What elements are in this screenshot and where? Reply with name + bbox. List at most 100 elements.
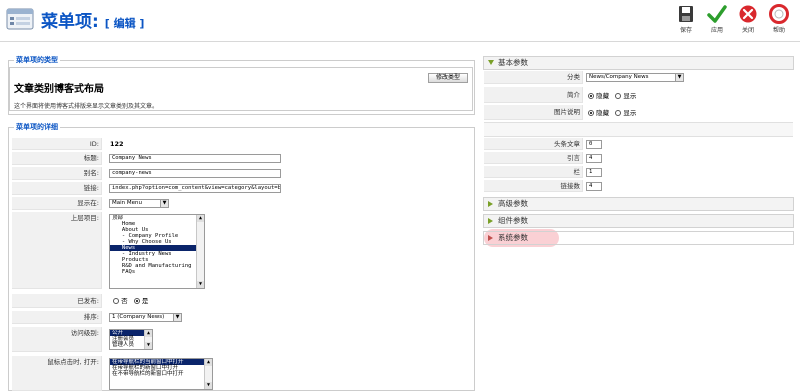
- link-input[interactable]: index.php?option=com_content&view=catego…: [109, 184, 281, 193]
- page-title-text: 菜单项:: [41, 12, 99, 32]
- close-icon: [739, 5, 757, 23]
- scroll-up-icon[interactable]: ▲: [205, 359, 212, 366]
- links-label: 链接数: [484, 180, 583, 192]
- save-button[interactable]: 保存: [671, 4, 701, 38]
- image-desc-label: 图片说明: [484, 105, 583, 120]
- image-desc-show-radio[interactable]: [615, 110, 622, 116]
- image-desc-hide-label: 隐藏: [596, 109, 610, 117]
- row-display-in: 显示在: Main Menu ▼: [12, 197, 472, 211]
- order-value: 1 (Company News): [112, 314, 165, 320]
- row-published: 已发布: 否 是: [12, 294, 472, 309]
- parent-label: 上层项目:: [12, 212, 102, 289]
- parent-scrollbar[interactable]: ▲ ▼: [196, 215, 204, 288]
- checkmark-icon: [707, 5, 727, 23]
- row-alias: 别名: company-news: [12, 167, 472, 181]
- access-scrollbar[interactable]: ▲ ▼: [144, 330, 152, 349]
- component-params-title: 组件参数: [498, 216, 528, 225]
- id-value: 122: [110, 140, 124, 148]
- published-label: 已发布:: [12, 294, 102, 308]
- page-title: 菜单项: [ 编辑 ]: [41, 7, 144, 32]
- row-parent: 上层项目: 顶部 Home About Us - Company Profile…: [12, 212, 472, 290]
- menu-type-legend: 菜单项的类型: [14, 55, 60, 65]
- param-row-image-desc: 图片说明 隐藏 显示: [484, 105, 793, 121]
- row-target: 鼠标点击时, 打开: 在带导航栏的当前窗口中打开 在带导航栏的新窗口中打开 在不带导…: [12, 356, 472, 391]
- links-input[interactable]: 4: [586, 182, 602, 191]
- intro-radio-group: 隐藏 显示: [588, 90, 636, 102]
- scroll-up-icon[interactable]: ▲: [197, 215, 204, 222]
- param-row-columns: 栏 1: [484, 166, 793, 179]
- published-yes-label: 是: [141, 297, 149, 305]
- columns-input[interactable]: 1: [586, 168, 602, 177]
- image-desc-show-label: 显示: [623, 109, 637, 117]
- system-params-title: 系统参数: [498, 233, 528, 242]
- category-select[interactable]: News/Company News ▼: [586, 73, 684, 82]
- target-listbox[interactable]: 在带导航栏的当前窗口中打开 在带导航栏的新窗口中打开 在不带导航栏的新窗口中打开 ▲…: [109, 358, 213, 390]
- scroll-down-icon[interactable]: ▼: [197, 281, 204, 288]
- scroll-up-icon[interactable]: ▲: [145, 330, 152, 337]
- published-no-radio[interactable]: [113, 298, 119, 304]
- param-row-links: 链接数 4: [484, 180, 793, 193]
- row-id: ID: 122: [12, 138, 472, 150]
- target-scrollbar[interactable]: ▲ ▼: [204, 359, 212, 389]
- param-row-category: 分类 News/Company News ▼: [484, 71, 793, 85]
- apply-button[interactable]: 应用: [702, 4, 732, 38]
- order-label: 排序:: [12, 311, 102, 324]
- row-title: 标题: Company News: [12, 152, 472, 166]
- published-no-label: 否: [121, 297, 128, 305]
- intro-count-label: 引言: [484, 152, 583, 164]
- image-desc-hide-radio[interactable]: [588, 110, 594, 116]
- intro-label: 简介: [484, 87, 583, 103]
- menu-type-box: 文章类别博客式布局 这个界面将使用博客式排版来显示文章类别及其文章。 修改类型: [9, 67, 473, 111]
- advanced-params-header[interactable]: 高级参数: [483, 197, 794, 211]
- basic-params-header[interactable]: 基本参数: [483, 56, 794, 70]
- page-subtitle: [ 编辑 ]: [104, 17, 145, 30]
- param-row-intro: 简介 隐藏 显示: [484, 87, 793, 104]
- scroll-down-icon[interactable]: ▼: [205, 382, 212, 389]
- parent-options: 顶部 Home About Us - Company Profile - Why…: [110, 215, 204, 275]
- chevron-down-icon: ▼: [675, 74, 683, 81]
- collapsed-arrow-icon: [488, 201, 493, 207]
- param-separator: [484, 122, 793, 137]
- intro-hide-radio[interactable]: [588, 93, 594, 99]
- link-label: 链接:: [12, 182, 102, 195]
- alias-input[interactable]: company-news: [109, 169, 281, 178]
- system-params-header[interactable]: 系统参数: [483, 231, 794, 245]
- list-option[interactable]: FAQs: [110, 269, 204, 275]
- component-params-header[interactable]: 组件参数: [483, 214, 794, 228]
- intro-hide-label: 隐藏: [596, 92, 610, 100]
- apply-label: 应用: [710, 27, 723, 34]
- category-label: 分类: [484, 71, 583, 84]
- display-in-label: 显示在:: [12, 197, 102, 210]
- title-label: 标题:: [12, 152, 102, 165]
- row-order: 排序: 1 (Company News) ▼: [12, 311, 472, 325]
- leading-label: 头条文章: [484, 138, 583, 150]
- collapsed-arrow-icon: [488, 218, 493, 224]
- menu-details-legend: 菜单项的详细: [14, 122, 60, 132]
- title-input[interactable]: Company News: [109, 154, 281, 163]
- row-link: 链接: index.php?option=com_content&view=ca…: [12, 182, 472, 196]
- order-select[interactable]: 1 (Company News) ▼: [109, 313, 182, 322]
- target-label: 鼠标点击时, 打开:: [12, 356, 102, 391]
- param-row-intro-count: 引言 4: [484, 152, 793, 165]
- intro-show-radio[interactable]: [615, 93, 622, 99]
- chevron-down-icon: ▼: [173, 314, 181, 321]
- save-icon: [679, 6, 693, 22]
- list-option[interactable]: 在不带导航栏的新窗口中打开: [110, 371, 212, 377]
- param-row-leading: 头条文章 0: [484, 138, 793, 151]
- display-in-value: Main Menu: [112, 200, 142, 206]
- display-in-select[interactable]: Main Menu ▼: [109, 199, 169, 208]
- parent-listbox[interactable]: 顶部 Home About Us - Company Profile - Why…: [109, 214, 205, 289]
- image-desc-radio-group: 隐藏 显示: [588, 107, 636, 119]
- change-type-button[interactable]: 修改类型: [428, 73, 468, 83]
- access-listbox[interactable]: 公开 注册会员 管理人员 ▲ ▼: [109, 329, 153, 350]
- help-button[interactable]: 帮助: [764, 4, 794, 38]
- close-label: 关闭: [741, 27, 754, 34]
- close-button[interactable]: 关闭: [733, 4, 763, 38]
- leading-input[interactable]: 0: [586, 140, 602, 149]
- intro-count-input[interactable]: 4: [586, 154, 602, 163]
- target-options: 在带导航栏的当前窗口中打开 在带导航栏的新窗口中打开 在不带导航栏的新窗口中打开: [110, 359, 212, 377]
- id-label: ID:: [12, 138, 102, 150]
- alias-label: 别名:: [12, 167, 102, 180]
- scroll-down-icon[interactable]: ▼: [145, 342, 152, 349]
- published-yes-radio[interactable]: [133, 298, 140, 304]
